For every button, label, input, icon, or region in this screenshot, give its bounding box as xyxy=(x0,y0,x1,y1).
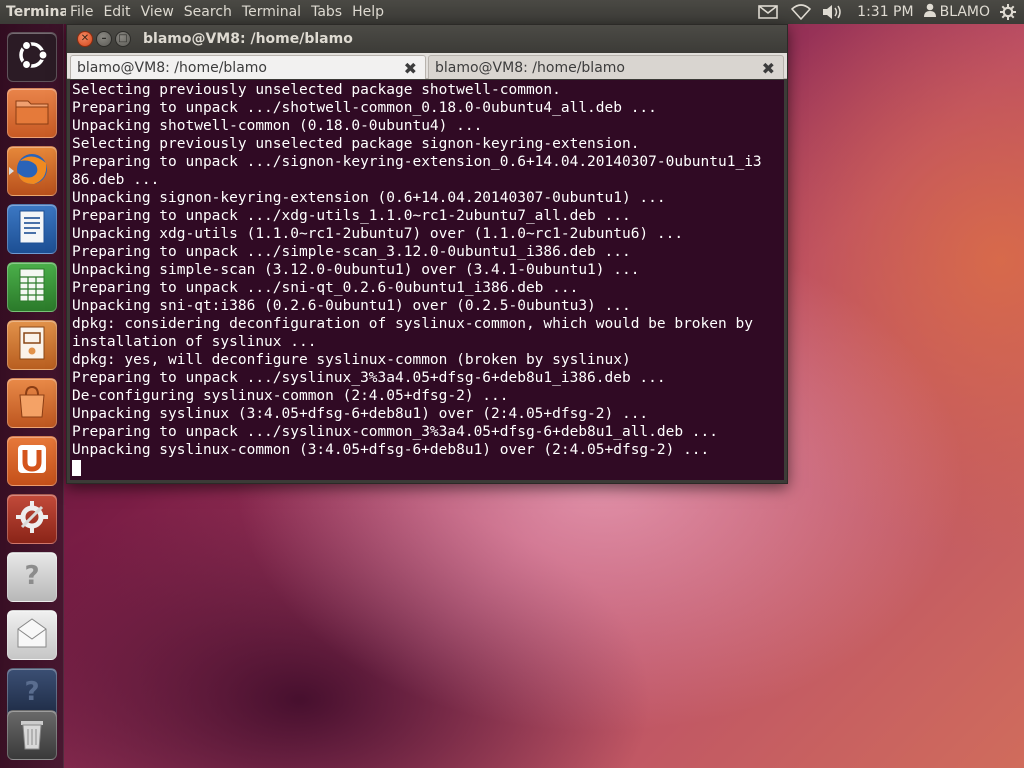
terminal-line: Preparing to unpack .../simple-scan_3.12… xyxy=(72,244,631,260)
window-title: blamo@VM8: /home/blamo xyxy=(143,31,353,47)
clock[interactable]: 1:31 PM xyxy=(847,0,923,24)
top-panel: Terminal File Edit View Search Terminal … xyxy=(0,0,1024,24)
indicator-area: 1:31 PM BLAMO xyxy=(751,0,1018,24)
wifi-icon[interactable] xyxy=(785,0,817,24)
shopping-bag-icon xyxy=(12,381,52,425)
menu-file[interactable]: File xyxy=(66,4,98,20)
launcher-calc[interactable] xyxy=(7,262,57,312)
terminal-line: dpkg: yes, will deconfigure syslinux-com… xyxy=(72,352,631,368)
launcher-files[interactable] xyxy=(7,88,57,138)
user-menu[interactable]: BLAMO xyxy=(923,0,998,24)
u-icon xyxy=(12,439,52,483)
question-icon: ? xyxy=(12,671,52,715)
launcher-dash-home[interactable] xyxy=(7,32,57,82)
menu-tabs[interactable]: Tabs xyxy=(306,4,347,20)
terminal-line: Selecting previously unselected package … xyxy=(72,136,640,152)
terminal-line: Unpacking shotwell-common (0.18.0-0ubunt… xyxy=(72,118,483,134)
terminal-line: Unpacking simple-scan (3.12.0-0ubuntu1) … xyxy=(72,262,640,278)
terminal-line: Preparing to unpack .../xdg-utils_1.1.0~… xyxy=(72,208,631,224)
question-icon: ? xyxy=(12,555,52,599)
terminal-line: installation of syslinux ... xyxy=(72,334,317,350)
presentation-icon xyxy=(12,323,52,367)
menu-help[interactable]: Help xyxy=(347,4,389,20)
terminal-line: Selecting previously unselected package … xyxy=(72,82,561,98)
terminal-line: Unpacking syslinux (3:4.05+dfsg-6+deb8u1… xyxy=(72,406,649,422)
volume-icon[interactable] xyxy=(817,0,847,24)
terminal-line: De-configuring syslinux-common (2:4.05+d… xyxy=(72,388,509,404)
maximize-icon[interactable]: □ xyxy=(115,31,131,47)
gear-icon[interactable] xyxy=(998,0,1018,24)
tab-2[interactable]: blamo@VM8: /home/blamo ✖ xyxy=(428,55,784,79)
menu-bar: File Edit View Search Terminal Tabs Help xyxy=(66,4,389,20)
terminal-line: Unpacking syslinux-common (3:4.05+dfsg-6… xyxy=(72,442,710,458)
text-cursor xyxy=(72,460,81,476)
menu-terminal[interactable]: Terminal xyxy=(237,4,306,20)
ubuntu-logo-icon xyxy=(12,35,52,79)
terminal-line: Preparing to unpack .../signon-keyring-e… xyxy=(72,154,762,170)
minimize-icon[interactable]: – xyxy=(96,31,112,47)
close-icon[interactable]: ✖ xyxy=(404,59,417,78)
envelope-icon xyxy=(12,613,52,657)
tab-1[interactable]: blamo@VM8: /home/blamo ✖ xyxy=(70,55,426,79)
svg-text:?: ? xyxy=(24,677,39,707)
tab-label: blamo@VM8: /home/blamo xyxy=(435,59,625,76)
launcher-software-center[interactable] xyxy=(7,378,57,428)
tab-bar: blamo@VM8: /home/blamo ✖ blamo@VM8: /hom… xyxy=(67,53,787,79)
trash-icon xyxy=(12,713,52,757)
terminal-output[interactable]: Selecting previously unselected package … xyxy=(70,80,784,480)
launcher-firefox[interactable] xyxy=(7,146,57,196)
terminal-line: Preparing to unpack .../sni-qt_0.2.6-0ub… xyxy=(72,280,579,296)
tab-label: blamo@VM8: /home/blamo xyxy=(77,59,267,76)
mail-icon[interactable] xyxy=(751,0,785,24)
terminal-prompt-line xyxy=(72,459,784,477)
settings-icon xyxy=(12,497,52,541)
document-icon xyxy=(12,207,52,251)
terminal-line: Unpacking xdg-utils (1.1.0~rc1-2ubuntu7)… xyxy=(72,226,684,242)
terminal-line: Preparing to unpack .../syslinux_3%3a4.0… xyxy=(72,370,666,386)
launcher-mail-app[interactable] xyxy=(7,610,57,660)
svg-text:?: ? xyxy=(24,561,39,591)
user-name: BLAMO xyxy=(939,4,990,20)
launcher-system-settings[interactable] xyxy=(7,494,57,544)
menu-search[interactable]: Search xyxy=(179,4,237,20)
folder-icon xyxy=(12,91,52,135)
menu-edit[interactable]: Edit xyxy=(98,4,135,20)
window-titlebar[interactable]: ✕ – □ blamo@VM8: /home/blamo xyxy=(67,25,787,53)
terminal-line: Preparing to unpack .../shotwell-common_… xyxy=(72,100,657,116)
close-icon[interactable]: ✕ xyxy=(77,31,93,47)
terminal-window: ✕ – □ blamo@VM8: /home/blamo blamo@VM8: … xyxy=(66,24,788,484)
launcher-impress[interactable] xyxy=(7,320,57,370)
close-icon[interactable]: ✖ xyxy=(762,59,775,78)
app-title: Terminal xyxy=(6,4,66,20)
terminal-line: dpkg: considering deconfiguration of sys… xyxy=(72,316,753,332)
window-buttons: ✕ – □ xyxy=(67,31,143,47)
launcher-writer[interactable] xyxy=(7,204,57,254)
terminal-line: Unpacking signon-keyring-extension (0.6+… xyxy=(72,190,666,206)
menu-view[interactable]: View xyxy=(136,4,179,20)
user-icon xyxy=(923,3,936,21)
firefox-icon xyxy=(12,149,52,193)
launcher: ? ? xyxy=(0,24,64,768)
launcher-ubuntu-one[interactable] xyxy=(7,436,57,486)
terminal-line: Unpacking sni-qt:i386 (0.2.6-0ubuntu1) o… xyxy=(72,298,631,314)
launcher-unknown-app-1[interactable]: ? xyxy=(7,552,57,602)
terminal-line: Preparing to unpack .../syslinux-common_… xyxy=(72,424,719,440)
scrollbar[interactable] xyxy=(784,80,787,480)
spreadsheet-icon xyxy=(12,265,52,309)
terminal-line: 86.deb ... xyxy=(72,172,160,188)
launcher-trash[interactable] xyxy=(7,710,57,760)
